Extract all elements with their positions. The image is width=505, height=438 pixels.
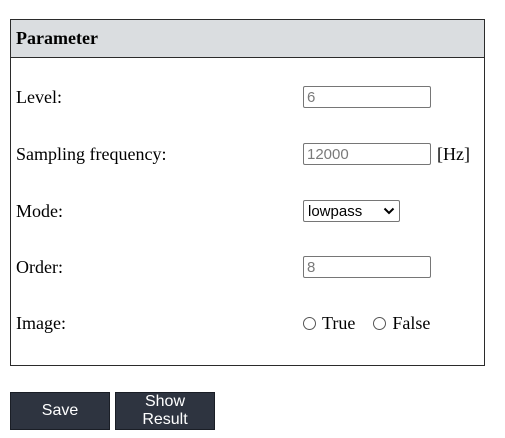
mode-label: Mode: <box>16 200 63 221</box>
sampling-frequency-row: Sampling frequency: [Hz] <box>16 140 479 168</box>
radio-false-label: False <box>392 312 431 333</box>
show-result-button[interactable]: Show Result <box>115 392 215 430</box>
order-input[interactable] <box>303 256 431 278</box>
image-label: Image: <box>16 312 66 333</box>
image-option-false[interactable]: False <box>373 313 430 334</box>
radio-true-label: True <box>322 312 356 333</box>
sampling-frequency-label: Sampling frequency: <box>16 143 167 164</box>
radio-false[interactable] <box>373 316 387 330</box>
image-option-true[interactable]: True <box>303 313 355 334</box>
order-row: Order: <box>16 253 479 281</box>
order-label: Order: <box>16 256 63 277</box>
chevron-down-icon <box>383 207 395 215</box>
sampling-frequency-unit: [Hz] <box>437 143 470 164</box>
mode-selected-value: lowpass <box>308 202 363 220</box>
image-radio-group: True False <box>303 313 448 334</box>
sampling-frequency-input[interactable] <box>303 143 431 165</box>
panel-title: Parameter <box>11 20 484 58</box>
mode-select[interactable]: lowpass <box>303 200 400 222</box>
level-label: Level: <box>16 86 62 107</box>
image-row: Image: True False <box>16 309 479 337</box>
level-row: Level: <box>16 83 479 111</box>
level-input[interactable] <box>303 86 431 108</box>
save-button[interactable]: Save <box>10 392 110 430</box>
parameter-panel: Parameter Level: Sampling frequency: [Hz… <box>10 19 485 366</box>
mode-row: Mode: lowpass <box>16 197 479 225</box>
radio-true[interactable] <box>303 316 316 330</box>
